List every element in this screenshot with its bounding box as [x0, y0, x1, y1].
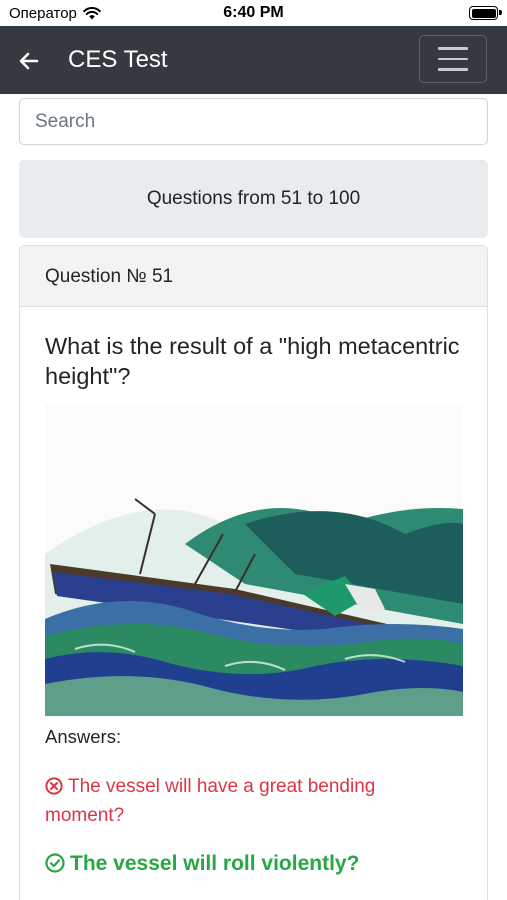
x-circle-icon: [45, 777, 63, 795]
question-range-label: Questions from 51 to 100: [146, 188, 361, 209]
arrow-left-icon: [19, 52, 39, 70]
search-input[interactable]: [19, 98, 488, 145]
answer-text-correct: The vessel will roll violently?: [70, 852, 360, 875]
ship-rolling-in-storm-illustration: [45, 404, 463, 716]
answer-text-wrong: The vessel will have a great bending mom…: [45, 776, 376, 826]
status-time: 6:40 PM: [223, 4, 284, 21]
question-card: Question № 51 What is the result of a "h…: [19, 245, 488, 900]
hamburger-icon: [438, 47, 468, 50]
menu-toggle-button[interactable]: [419, 35, 487, 83]
answer-option-wrong[interactable]: The vessel will have a great bending mom…: [45, 772, 445, 830]
status-bar: Оператор 6:40 PM: [0, 0, 507, 26]
page-title: CES Test: [68, 46, 168, 73]
battery-icon: [469, 6, 502, 20]
question-card-header: Question № 51: [20, 246, 487, 307]
answer-option-correct[interactable]: The vessel will roll violently?: [45, 849, 465, 878]
question-range-banner[interactable]: Questions from 51 to 100: [19, 160, 488, 238]
top-navbar: CES Test: [0, 26, 507, 94]
answers-label: Answers:: [45, 726, 122, 747]
check-circle-icon: [45, 853, 65, 873]
back-button[interactable]: [14, 46, 44, 76]
question-text: What is the result of a "high metacentri…: [45, 333, 460, 389]
